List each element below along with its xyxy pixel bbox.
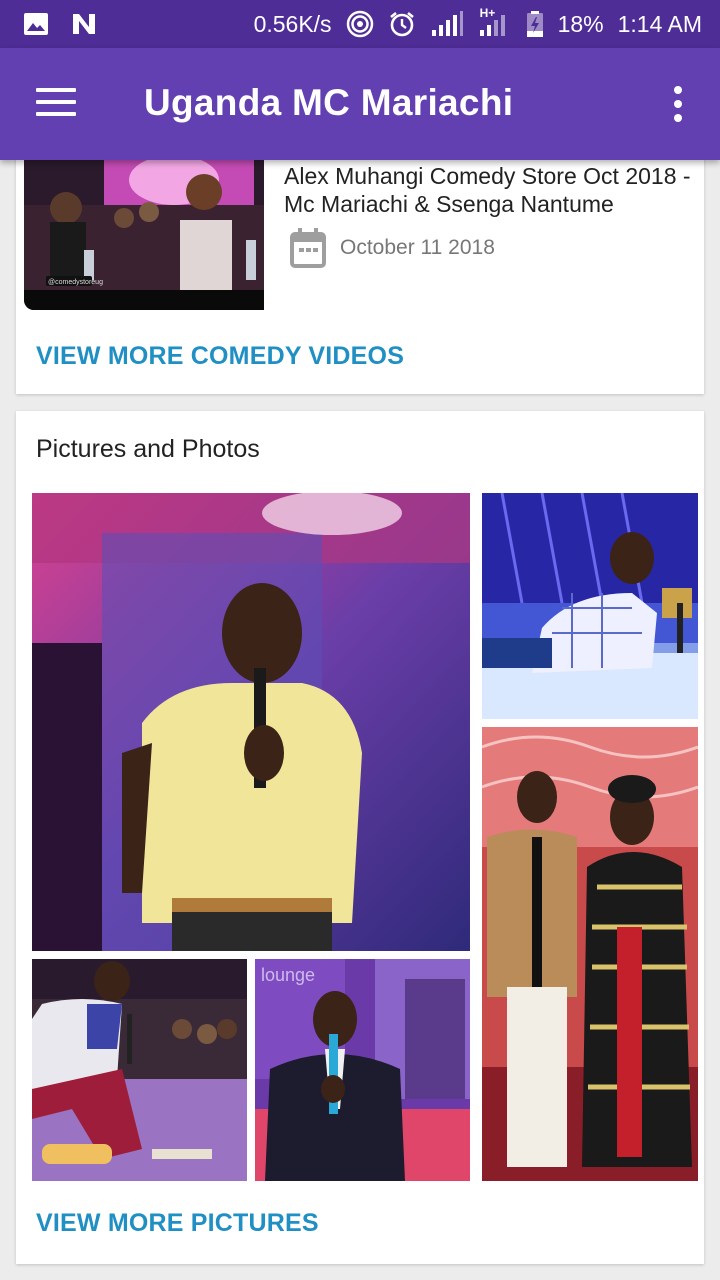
battery-level: 18% [557, 10, 604, 37]
thumbnail-caption: @comedystoreug [48, 279, 103, 286]
app-bar: Uganda MC Mariachi [0, 48, 720, 160]
network-speed: 0.56K/s [253, 10, 332, 37]
hotspot-icon [346, 10, 373, 38]
video-thumbnail[interactable]: @comedystoreug [24, 150, 264, 310]
image-icon [24, 13, 48, 35]
video-date-row: October 11 2018 [290, 228, 495, 268]
pictures-card: Pictures and Photos lounge VIEW MORE PIC… [16, 411, 704, 1264]
alarm-icon [389, 11, 414, 37]
menu-icon[interactable] [36, 88, 76, 120]
comedy-videos-card: @comedystoreug Alex Muhangi Comedy Store… [16, 150, 704, 394]
photo-comedian-lying-stage[interactable] [482, 493, 698, 719]
n-icon [73, 14, 95, 34]
signal-icon [431, 11, 463, 36]
view-more-comedy-videos-button[interactable]: VIEW MORE COMEDY VIDEOS [36, 342, 404, 371]
battery-icon [526, 11, 543, 37]
video-date: October 11 2018 [340, 236, 495, 259]
photo-comedian-kneeling[interactable] [32, 959, 247, 1181]
network-type: H+ [479, 6, 496, 20]
signal-h-plus: H+ [478, 6, 512, 38]
status-bar: 0.56K/s H+ 18% 1:14 AM [0, 0, 720, 48]
lounge-sign: lounge [261, 965, 315, 985]
video-title[interactable]: Alex Muhangi Comedy Store Oct 2018 - Mc … [284, 162, 700, 218]
calendar-icon [290, 228, 326, 268]
view-more-pictures-button[interactable]: VIEW MORE PICTURES [36, 1209, 319, 1238]
app-title: Uganda MC Mariachi [144, 82, 514, 123]
video-thumbnail-image: @comedystoreug [24, 150, 264, 310]
photo-wedding-couple[interactable] [482, 727, 698, 1181]
clock: 1:14 AM [617, 10, 702, 37]
photo-comedian-lounge[interactable]: lounge [255, 959, 470, 1181]
pictures-section-title: Pictures and Photos [36, 435, 260, 463]
more-vert-icon[interactable] [672, 86, 684, 122]
photo-comedian-yellow-shirt[interactable] [32, 493, 470, 951]
